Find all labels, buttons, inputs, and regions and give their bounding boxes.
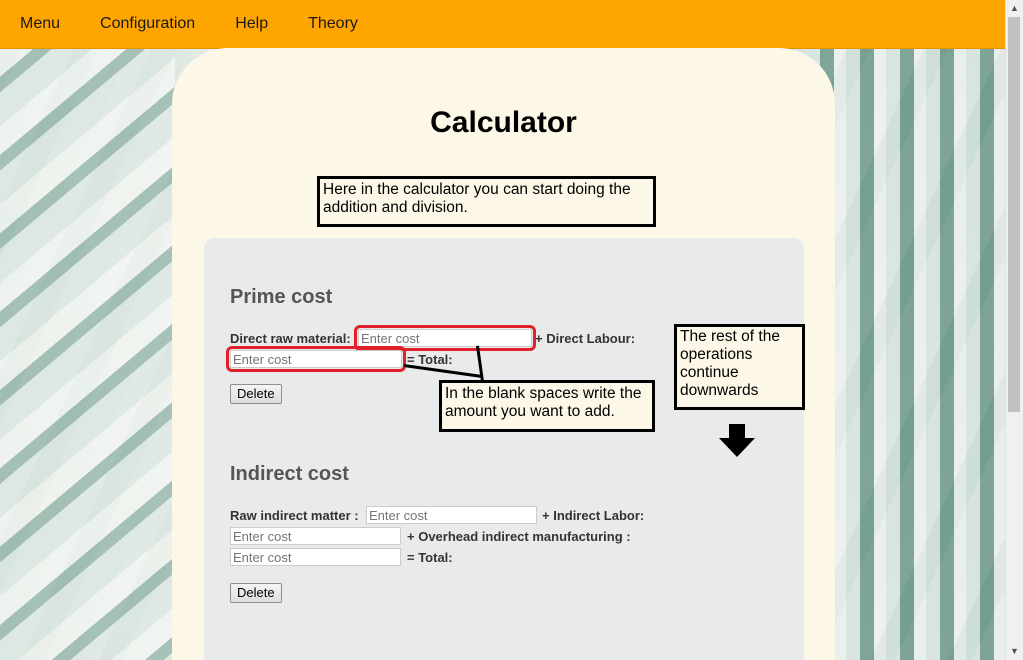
direct-raw-material-input[interactable]: [354, 325, 536, 351]
blank-spaces-annotation: In the blank spaces write the amount you…: [439, 380, 655, 432]
direct-raw-material-label: Direct raw material:: [230, 331, 351, 346]
indirect-delete-button[interactable]: Delete: [230, 583, 282, 603]
indirect-total-label: = Total:: [407, 550, 453, 565]
indirect-cost-heading: Indirect cost: [230, 463, 349, 485]
scroll-up-icon[interactable]: ▲: [1006, 0, 1023, 17]
direct-labour-label: + Direct Labour:: [535, 331, 636, 346]
background-image-right: [806, 48, 1006, 660]
overhead-input[interactable]: [230, 548, 401, 566]
nav-configuration[interactable]: Configuration: [100, 0, 195, 48]
raw-indirect-matter-label: Raw indirect matter :: [230, 508, 359, 523]
continue-annotation: The rest of the operations continue down…: [674, 324, 805, 410]
indirect-labor-input[interactable]: [230, 527, 401, 545]
indirect-labor-label: + Indirect Labor:: [542, 508, 645, 523]
scrollbar-thumb[interactable]: [1008, 17, 1020, 412]
nav-theory[interactable]: Theory: [308, 0, 358, 48]
page-title: Calculator: [430, 106, 577, 139]
raw-indirect-matter-input[interactable]: [366, 506, 537, 524]
overhead-label: + Overhead indirect manufacturing :: [407, 529, 631, 544]
background-image-left: [0, 48, 175, 660]
calculator-card: Calculator Here in the calculator you ca…: [172, 48, 835, 660]
intro-annotation: Here in the calculator you can start doi…: [317, 176, 656, 227]
calculator-panel: Prime cost Direct raw material: + Direct…: [204, 238, 805, 660]
nav-menu[interactable]: Menu: [20, 0, 60, 48]
nav-help[interactable]: Help: [235, 0, 268, 48]
prime-cost-heading: Prime cost: [230, 286, 333, 308]
direct-labour-input[interactable]: [226, 346, 406, 372]
prime-delete-button[interactable]: Delete: [230, 384, 282, 404]
arrow-down-icon: [719, 424, 755, 457]
scroll-down-icon[interactable]: ▼: [1006, 643, 1023, 660]
vertical-scrollbar[interactable]: ▲ ▼: [1005, 0, 1023, 660]
top-navbar: Menu Configuration Help Theory: [0, 0, 1006, 49]
